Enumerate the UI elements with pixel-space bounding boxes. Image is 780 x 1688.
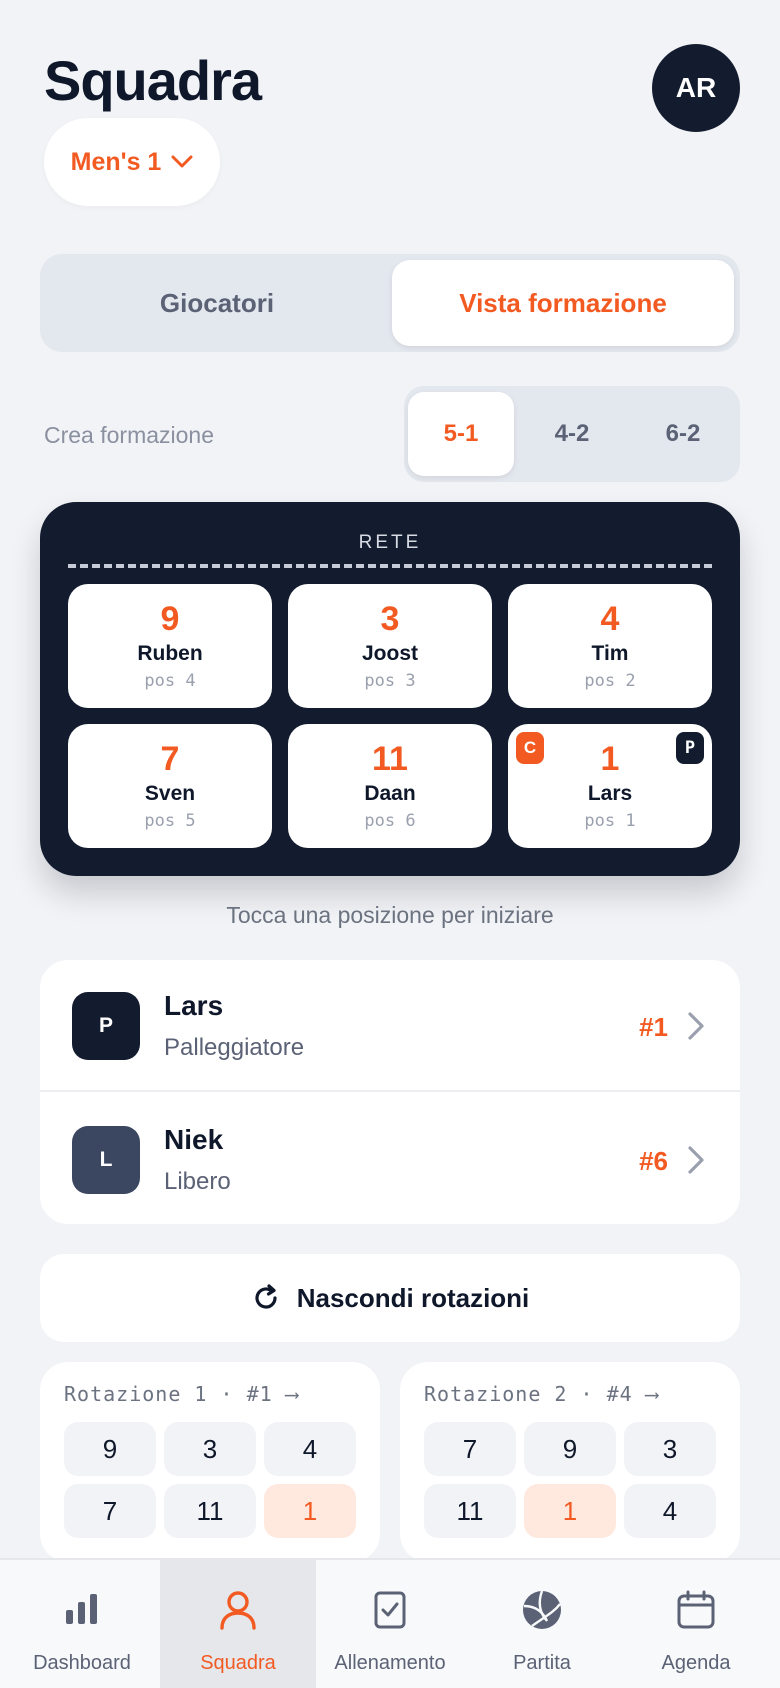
chevron-down-icon xyxy=(171,155,193,168)
tab-label: Allenamento xyxy=(334,1652,446,1674)
bar-chart-icon xyxy=(66,1594,97,1624)
net-label: RETE xyxy=(358,532,422,553)
avatar[interactable]: AR xyxy=(652,44,740,132)
court-position-6[interactable]: 11 Daan pos 6 xyxy=(288,724,492,848)
setter-badge: P xyxy=(676,732,704,764)
rotation-title: Rotazione 1 · #1 ⟶ xyxy=(64,1382,299,1406)
court-position-4[interactable]: 9 Ruben pos 4 xyxy=(68,584,272,708)
rotation-cell: 11 xyxy=(424,1484,516,1538)
player-name: Lars xyxy=(164,990,224,1021)
tab-formation-view[interactable]: Vista formazione xyxy=(392,260,734,346)
tab-allenamento[interactable]: Allenamento xyxy=(312,1560,468,1688)
position-label: pos 1 xyxy=(584,811,636,831)
tab-label: Squadra xyxy=(200,1652,276,1674)
player-name: Tim xyxy=(591,642,629,665)
tab-label: Dashboard xyxy=(33,1652,131,1674)
page-title: Squadra xyxy=(44,49,262,112)
rotation-title: Rotazione 2 · #4 ⟶ xyxy=(424,1382,659,1406)
player-role: Palleggiatore xyxy=(164,1034,305,1061)
position-label: pos 5 xyxy=(144,811,196,831)
player-role: Libero xyxy=(164,1168,231,1195)
refresh-icon xyxy=(255,1284,277,1309)
formation-scheme-selector: 5-1 4-2 6-2 xyxy=(404,386,740,482)
rotation-cell: 3 xyxy=(164,1422,256,1476)
net-line xyxy=(68,564,712,568)
court-position-3[interactable]: 3 Joost pos 3 xyxy=(288,584,492,708)
rotation-card-1[interactable]: Rotazione 1 · #1 ⟶ 9 3 4 7 11 1 xyxy=(40,1362,380,1562)
rotation-cell-setter: 1 xyxy=(264,1484,356,1538)
rotation-card-2[interactable]: Rotazione 2 · #4 ⟶ 7 9 3 11 1 4 xyxy=(400,1362,740,1562)
clipboard-check-icon xyxy=(374,1591,406,1629)
list-item[interactable]: P Lars Palleggiatore #1 xyxy=(40,960,740,1092)
role-avatar: L xyxy=(72,1126,140,1194)
team-selector-label: Men's 1 xyxy=(70,147,162,176)
calendar-icon xyxy=(677,1590,715,1629)
player-number: 7 xyxy=(160,740,180,778)
player-number: 11 xyxy=(372,740,408,778)
player-number: 3 xyxy=(380,600,400,638)
court-position-1[interactable]: C P 1 Lars pos 1 xyxy=(508,724,712,848)
captain-badge: C xyxy=(516,732,544,764)
formation-row: Crea formazione 5-1 4-2 6-2 xyxy=(44,386,740,482)
court: RETE 9 Ruben pos 4 3 Joost pos 3 4 Tim p… xyxy=(40,502,740,876)
court-position-5[interactable]: 7 Sven pos 5 xyxy=(68,724,272,848)
rotation-cell: 3 xyxy=(624,1422,716,1476)
tab-squadra[interactable]: Squadra xyxy=(160,1560,316,1688)
formation-label: Crea formazione xyxy=(44,422,215,448)
page-header: Squadra xyxy=(44,48,262,113)
player-number: #6 xyxy=(639,1146,668,1176)
player-name: Niek xyxy=(164,1124,224,1155)
rotation-cell: 7 xyxy=(424,1422,516,1476)
toggle-rotations-label: Nascondi rotazioni xyxy=(296,1282,530,1313)
view-toggle: Giocatori Vista formazione xyxy=(40,254,740,352)
tab-label: Partita xyxy=(513,1652,571,1674)
special-players-list: P Lars Palleggiatore #1 L Niek Libero #6 xyxy=(40,960,740,1224)
player-name: Daan xyxy=(364,782,416,805)
scheme-6-2[interactable]: 6-2 xyxy=(630,392,736,476)
user-icon xyxy=(220,1591,256,1630)
rotation-cell: 4 xyxy=(264,1422,356,1476)
player-name: Ruben xyxy=(137,642,203,665)
player-number: #1 xyxy=(639,1012,668,1042)
tab-agenda[interactable]: Agenda xyxy=(618,1560,774,1688)
chevron-right-icon xyxy=(688,1146,704,1174)
player-number: 9 xyxy=(160,600,180,638)
chevron-right-icon xyxy=(688,1012,704,1040)
team-selector[interactable]: Men's 1 xyxy=(44,118,220,206)
player-name: Lars xyxy=(587,782,633,805)
player-name: Joost xyxy=(361,642,418,665)
list-item[interactable]: L Niek Libero #6 xyxy=(40,1094,740,1226)
tab-label: Agenda xyxy=(661,1652,731,1674)
tab-players[interactable]: Giocatori xyxy=(46,260,388,346)
rotation-cell: 9 xyxy=(524,1422,616,1476)
scheme-4-2[interactable]: 4-2 xyxy=(519,392,625,476)
court-position-2[interactable]: 4 Tim pos 2 xyxy=(508,584,712,708)
court-hint: Tocca una posizione per iniziare xyxy=(226,902,554,928)
volleyball-icon xyxy=(523,1590,561,1629)
rotation-cell: 4 xyxy=(624,1484,716,1538)
toggle-rotations-button[interactable]: Nascondi rotazioni xyxy=(40,1254,740,1342)
tab-partita[interactable]: Partita xyxy=(464,1560,620,1688)
position-label: pos 3 xyxy=(364,671,416,691)
tab-dashboard[interactable]: Dashboard xyxy=(4,1560,160,1688)
role-avatar: P xyxy=(72,992,140,1060)
position-label: pos 4 xyxy=(144,671,196,691)
rotation-cell-setter: 1 xyxy=(524,1484,616,1538)
position-label: pos 6 xyxy=(364,811,416,831)
position-label: pos 2 xyxy=(584,671,636,691)
player-number: 4 xyxy=(600,600,620,638)
bottom-tab-bar: Dashboard Squadra Allenamento Partita Ag… xyxy=(0,1558,780,1688)
rotation-cell: 7 xyxy=(64,1484,156,1538)
player-name: Sven xyxy=(144,782,196,805)
rotation-cell: 11 xyxy=(164,1484,256,1538)
scheme-5-1[interactable]: 5-1 xyxy=(408,392,514,476)
rotation-cell: 9 xyxy=(64,1422,156,1476)
